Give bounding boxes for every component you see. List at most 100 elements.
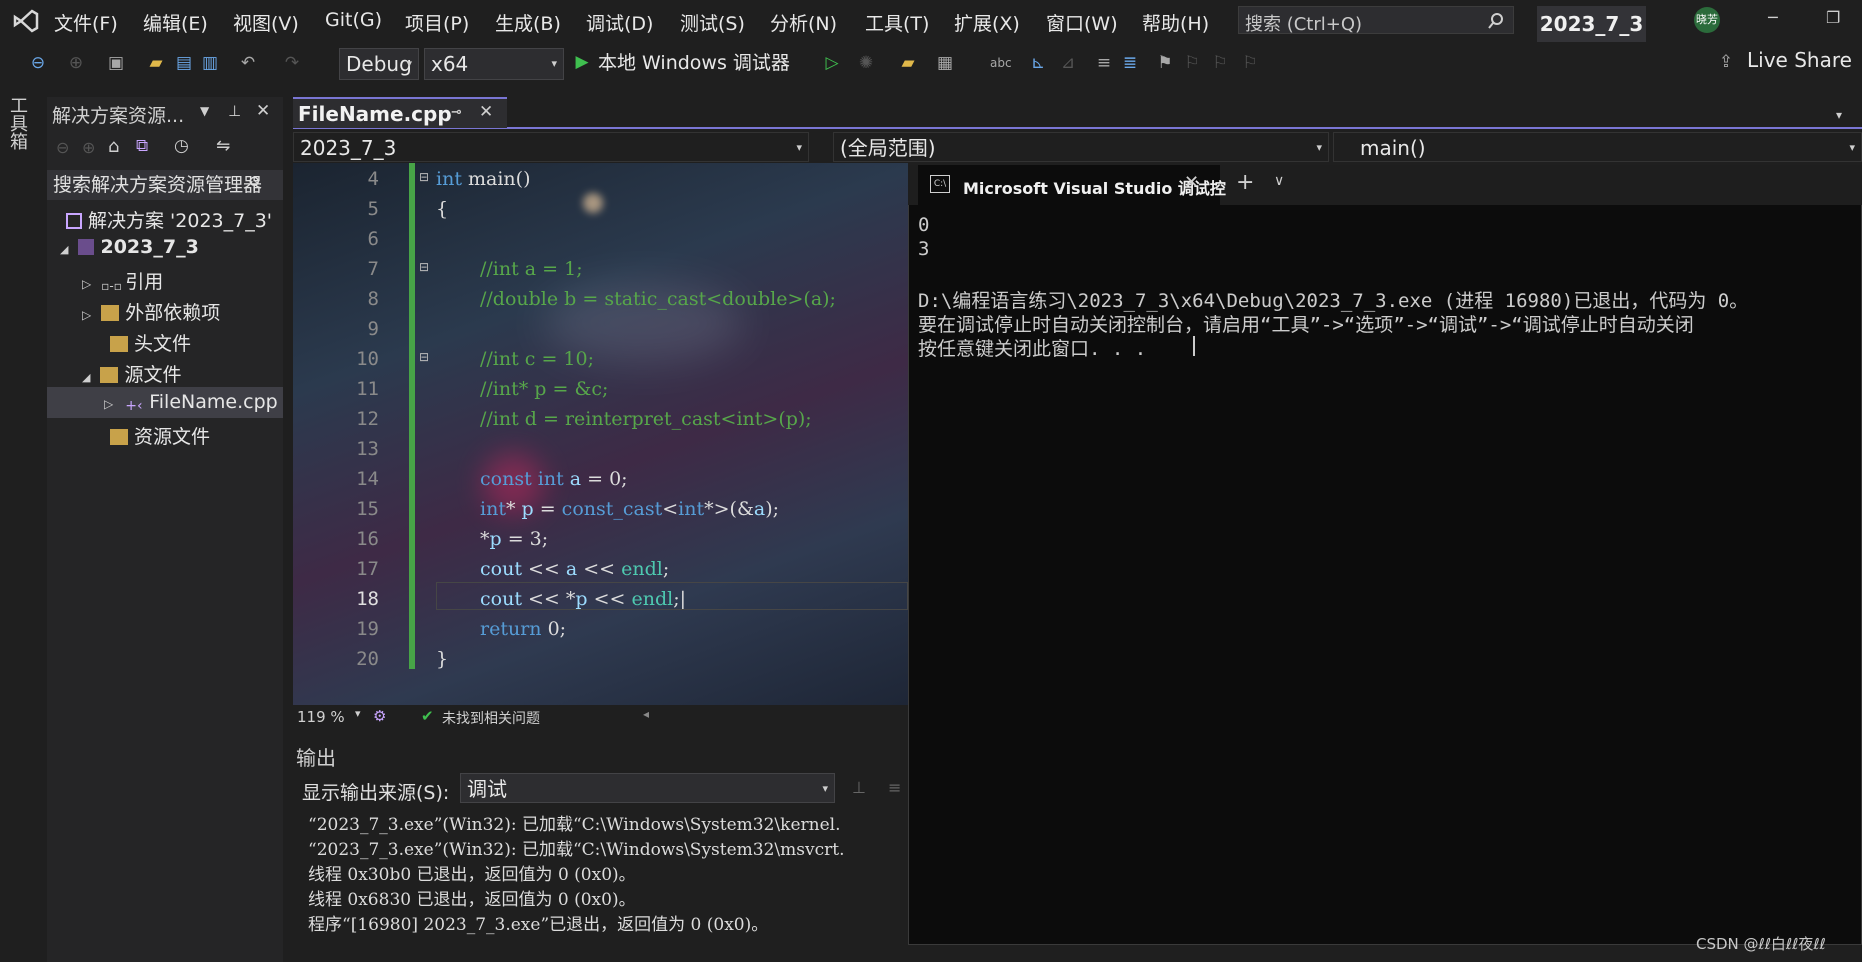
solution-name-badge[interactable]: 2023_7_3 — [1537, 6, 1646, 42]
code-line: const int a = 0; — [480, 468, 628, 490]
search-icon[interactable]: ⚲ — [248, 174, 260, 194]
zoom-level[interactable]: 119 % — [297, 708, 345, 726]
expanded-icon: ◢ — [82, 371, 91, 384]
prev-bookmark-icon[interactable]: ⚐ — [1182, 53, 1202, 73]
output-source-select[interactable]: 调试 ▾ — [460, 773, 835, 803]
menu-analyze[interactable]: 分析(N) — [770, 9, 837, 36]
tree-resource-files[interactable]: 资源文件 — [110, 422, 210, 449]
issues-status[interactable]: 未找到相关问题 — [442, 708, 540, 728]
tree-source-files[interactable]: ◢ 源文件 — [82, 360, 181, 387]
close-icon[interactable]: ✕ — [256, 101, 270, 121]
tree-project[interactable]: ◢ 2023_7_3 — [60, 236, 199, 258]
layout-icon[interactable]: ▦ — [935, 53, 955, 73]
chevron-down-icon[interactable]: ∨ — [1274, 173, 1284, 189]
editor-status-strip: 119 % ▾ ⚙ ✔ 未找到相关问题 ◂ — [293, 705, 908, 729]
line-number: 9 — [367, 318, 379, 340]
menu-file[interactable]: 文件(F) — [54, 9, 118, 36]
next-bookmark-icon[interactable]: ⚐ — [1210, 53, 1230, 73]
step-icon[interactable]: ⊾ — [1028, 53, 1048, 73]
back-icon[interactable]: ⊖ — [56, 138, 69, 157]
close-icon[interactable]: ✕ — [479, 102, 493, 122]
undo-icon[interactable]: ↶ — [238, 53, 258, 73]
start-debugging-icon[interactable]: ▶ — [572, 52, 592, 72]
new-tab-icon[interactable]: + — [1236, 170, 1254, 195]
platform-select[interactable]: x64 ▾ — [424, 48, 564, 80]
nav-member-select[interactable]: main() ▾ — [1333, 132, 1862, 162]
solution-icon — [66, 213, 82, 229]
menu-test[interactable]: 测试(S) — [680, 9, 745, 36]
tree-filename-cpp[interactable]: ▷ +‹ FileName.cpp — [104, 391, 278, 414]
tree-external-deps[interactable]: ▷ 外部依赖项 — [82, 298, 220, 325]
restore-icon[interactable]: ❐ — [1826, 8, 1840, 27]
menu-window[interactable]: 窗口(W) — [1046, 9, 1118, 36]
uncomment-icon[interactable]: ≣ — [1120, 53, 1140, 73]
menu-view[interactable]: 视图(V) — [233, 9, 299, 36]
back-icon[interactable]: ⊖ — [28, 53, 48, 73]
folder-icon — [101, 305, 120, 321]
home-icon[interactable]: ⌂ — [108, 136, 119, 157]
intellicode-icon[interactable]: ⚙ — [373, 707, 386, 725]
tree-references[interactable]: ▷ ▫-▫ 引用 — [82, 267, 163, 295]
scroll-left-icon[interactable]: ◂ — [643, 707, 649, 721]
forward-icon[interactable]: ⊕ — [66, 53, 86, 73]
hot-reload-icon[interactable]: ✺ — [856, 53, 876, 73]
collapse-icon[interactable]: ⊟ — [419, 260, 429, 274]
tab-overflow-icon[interactable]: ▾ — [1836, 108, 1842, 122]
menu-tools[interactable]: 工具(T) — [865, 9, 929, 36]
save-icon[interactable]: ▤ — [174, 53, 194, 73]
close-icon[interactable]: ✕ — [1184, 172, 1199, 193]
menu-project[interactable]: 项目(P) — [405, 9, 469, 36]
configuration-select[interactable]: Debug ▾ — [339, 48, 419, 80]
visual-studio-logo-icon[interactable] — [12, 8, 40, 34]
sync-icon[interactable]: ⇋ — [216, 136, 230, 156]
bookmark-icon[interactable]: ⚑ — [1155, 53, 1175, 73]
new-project-icon[interactable]: ▣ — [106, 53, 126, 73]
menu-edit[interactable]: 编辑(E) — [143, 9, 208, 36]
forward-icon[interactable]: ⊕ — [82, 138, 95, 157]
find-message-icon[interactable]: ⊥ — [852, 778, 866, 797]
search-input[interactable]: 搜索 (Ctrl+Q) — [1238, 6, 1514, 35]
pin-icon[interactable]: ⊸ — [451, 105, 462, 120]
tree-solution[interactable]: 解决方案 '2023_7_3' — [66, 206, 272, 233]
minimize-icon[interactable]: ─ — [1768, 8, 1778, 27]
folder-icon[interactable]: ▰ — [898, 53, 918, 73]
avatar[interactable]: 晓芳 — [1694, 7, 1720, 33]
comment-icon[interactable]: ≡ — [1094, 53, 1114, 73]
clear-bookmark-icon[interactable]: ⚐ — [1240, 53, 1260, 73]
code-editor[interactable]: 4 5 6 7 8 9 10 11 12 13 14 15 16 17 18 1… — [293, 163, 908, 705]
chevron-down-icon: ▾ — [822, 782, 828, 795]
switch-views-icon[interactable]: ⧉ — [136, 136, 148, 156]
chevron-down-icon[interactable]: ▼ — [200, 104, 209, 118]
step-over-icon[interactable]: ⊿ — [1058, 53, 1078, 73]
tab-filename-cpp[interactable]: FileName.cpp ⊸ ✕ — [293, 97, 507, 128]
save-all-icon[interactable]: ▥ — [200, 53, 220, 73]
start-without-debugging-icon[interactable]: ▷ — [822, 53, 842, 73]
tree-header-files[interactable]: 头文件 — [110, 329, 191, 356]
expanded-icon: ◢ — [60, 243, 69, 256]
run-button[interactable]: 本地 Windows 调试器 — [598, 48, 790, 75]
chevron-down-icon[interactable]: ▾ — [355, 707, 361, 720]
pending-changes-icon[interactable]: ◷ — [174, 136, 189, 156]
open-folder-icon[interactable]: ▰ — [146, 53, 166, 73]
nav-scope-select[interactable]: (全局范围) ▾ — [833, 132, 1329, 162]
menu-help[interactable]: 帮助(H) — [1142, 9, 1209, 36]
collapse-icon[interactable]: ⊟ — [419, 170, 429, 184]
spell-check-icon[interactable]: abc — [990, 53, 1012, 73]
collapse-icon[interactable]: ⊟ — [419, 350, 429, 364]
menu-build[interactable]: 生成(B) — [495, 9, 561, 36]
redo-icon[interactable]: ↷ — [282, 53, 302, 73]
pin-icon[interactable]: ⊥ — [228, 102, 241, 120]
menu-git[interactable]: Git(G) — [325, 9, 382, 31]
collapsed-icon: ▷ — [82, 277, 92, 291]
menu-extensions[interactable]: 扩展(X) — [954, 9, 1020, 36]
debug-console-window[interactable] — [908, 165, 1862, 945]
output-source-label: 显示输出来源(S): — [302, 782, 450, 804]
nav-scope-value: (全局范围) — [840, 136, 936, 160]
code-line: int* p = const_cast<int*>(&a); — [480, 498, 780, 520]
toolbox-tab[interactable]: 工具箱 — [7, 96, 30, 166]
menu-debug[interactable]: 调试(D) — [586, 9, 653, 36]
clear-all-icon[interactable]: ≡ — [888, 778, 901, 797]
live-share-button[interactable]: Live Share — [1747, 48, 1852, 72]
background-glow — [583, 193, 603, 213]
nav-project-select[interactable]: 2023_7_3 ▾ — [293, 132, 809, 162]
